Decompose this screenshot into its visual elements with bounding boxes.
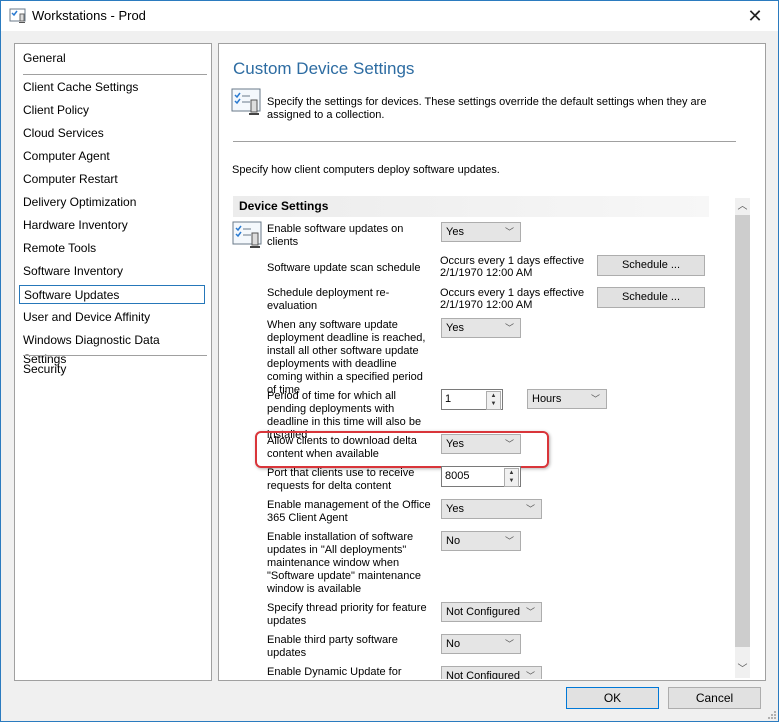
period-unit-value: Hours (532, 393, 562, 405)
vertical-scrollbar[interactable]: ︿ ﹀ (735, 198, 750, 678)
period-value: 1 (445, 393, 452, 405)
reeval-schedule-text: Occurs every 1 days effective 2/1/1970 12… (440, 287, 600, 311)
period-unit-select[interactable]: Hours ﹀ (527, 389, 607, 409)
thread-priority-label: Specify thread priority for feature upda… (267, 602, 427, 627)
third-party-label: Enable third party software updates (267, 634, 398, 659)
nav-separator (23, 355, 207, 356)
settings-checklist-icon (9, 8, 26, 23)
window-title: Workstations - Prod (32, 8, 146, 23)
office365-value: Yes (446, 503, 464, 515)
all-deployments-window-select[interactable]: No ﹀ (441, 531, 521, 551)
dynamic-update-label: Enable Dynamic Update for (267, 666, 402, 678)
software-updates-icon (232, 221, 262, 248)
third-party-select[interactable]: No ﹀ (441, 634, 521, 654)
ok-button[interactable]: OK (566, 687, 659, 709)
scan-schedule-line2: 2/1/1970 12:00 AM (440, 267, 533, 279)
nav-item-software-updates[interactable]: Software Updates (19, 285, 205, 304)
nav-item-client-cache-settings[interactable]: Client Cache Settings (19, 78, 205, 97)
deadline-install-value: Yes (446, 322, 464, 334)
title-bar: Workstations - Prod ✕ (1, 1, 778, 31)
chevron-down-icon: ﹀ (504, 227, 514, 237)
nav-item-general[interactable]: General (19, 49, 205, 68)
scan-schedule-button[interactable]: Schedule ... (597, 255, 705, 276)
page-description: Specify the settings for devices. These … (267, 96, 707, 121)
office365-label: Enable management of the Office 365 Clie… (267, 499, 431, 524)
chevron-down-icon: ﹀ (504, 639, 514, 649)
enable-updates-select[interactable]: Yes ﹀ (441, 222, 521, 242)
chevron-down-icon: ﹀ (590, 394, 600, 404)
chevron-down-icon: ﹀ (504, 536, 514, 546)
close-icon: ✕ (747, 5, 763, 26)
enable-updates-value: Yes (446, 226, 464, 238)
enable-updates-label: Enable software updates on clients (267, 223, 404, 248)
page-title: Custom Device Settings (233, 59, 415, 78)
scan-schedule-line1: Occurs every 1 days effective (440, 255, 585, 267)
section-intro: Specify how client computers deploy soft… (232, 164, 500, 176)
scan-schedule-label: Software update scan schedule (267, 262, 421, 274)
nav-item-remote-tools[interactable]: Remote Tools (19, 239, 205, 258)
reeval-schedule-line1: Occurs every 1 days effective (440, 287, 585, 299)
device-settings-group-header: Device Settings (233, 196, 709, 217)
scrollbar-thumb[interactable] (735, 215, 750, 647)
clipped-row-area: Enable Dynamic Update for Not Configured… (219, 664, 735, 679)
thread-priority-select[interactable]: Not Configured ﹀ (441, 602, 542, 622)
thread-priority-value: Not Configured (446, 606, 520, 618)
highlight-annotation (255, 431, 549, 468)
nav-item-cloud-services[interactable]: Cloud Services (19, 124, 205, 143)
chevron-down-icon: ﹀ (504, 323, 514, 333)
header-separator (233, 141, 736, 142)
deadline-install-select[interactable]: Yes ﹀ (441, 318, 521, 338)
spin-arrows-icon[interactable]: ▲ ▼ (504, 468, 519, 487)
scroll-up-icon[interactable]: ︿ (735, 198, 750, 215)
period-stepper[interactable]: 1 ▲ ▼ (441, 389, 503, 410)
dynamic-update-value: Not Configured (446, 670, 520, 679)
third-party-value: No (446, 638, 461, 650)
office365-select[interactable]: Yes ﹀ (441, 499, 542, 519)
spin-arrows-icon[interactable]: ▲ ▼ (486, 391, 501, 410)
nav-item-computer-restart[interactable]: Computer Restart (19, 170, 205, 189)
nav-item-client-policy[interactable]: Client Policy (19, 101, 205, 120)
nav-item-security[interactable]: Security (19, 360, 205, 379)
reeval-schedule-line2: 2/1/1970 12:00 AM (440, 299, 533, 311)
nav-item-computer-agent[interactable]: Computer Agent (19, 147, 205, 166)
settings-panel: Custom Device Settings Specify the setti… (218, 43, 766, 681)
all-deployments-window-label: Enable installation of software updates … (267, 531, 421, 595)
deadline-install-label: When any software update deployment dead… (267, 319, 426, 396)
device-settings-icon (231, 88, 261, 115)
cancel-button[interactable]: Cancel (668, 687, 761, 709)
close-button[interactable]: ✕ (732, 1, 778, 31)
reeval-schedule-button[interactable]: Schedule ... (597, 287, 705, 308)
nav-separator (23, 74, 207, 75)
resize-grip-icon[interactable] (766, 709, 776, 719)
reeval-schedule-label: Schedule deployment re-evaluation (267, 287, 390, 312)
chevron-down-icon: ﹀ (525, 504, 535, 514)
nav-item-windows-diagnostic-data-settings[interactable]: Windows Diagnostic Data Settings (19, 331, 205, 366)
all-deployments-window-value: No (446, 535, 461, 547)
nav-item-user-and-device-affinity[interactable]: User and Device Affinity (19, 308, 205, 327)
nav-item-delivery-optimization[interactable]: Delivery Optimization (19, 193, 205, 212)
scan-schedule-text: Occurs every 1 days effective 2/1/1970 12… (440, 255, 600, 279)
port-value: 8005 (445, 470, 470, 482)
port-label: Port that clients use to receive request… (267, 467, 415, 492)
nav-item-software-inventory[interactable]: Software Inventory (19, 262, 205, 281)
dialog-window: Workstations - Prod ✕ General Client Cac… (0, 0, 779, 722)
dynamic-update-select[interactable]: Not Configured ﹀ (441, 666, 542, 679)
chevron-down-icon: ﹀ (525, 671, 535, 679)
chevron-down-icon: ﹀ (525, 607, 535, 617)
settings-nav: General Client Cache Settings Client Pol… (14, 43, 212, 681)
nav-item-hardware-inventory[interactable]: Hardware Inventory (19, 216, 205, 235)
scroll-down-icon[interactable]: ﹀ (735, 661, 750, 678)
port-stepper[interactable]: 8005 ▲ ▼ (441, 466, 521, 487)
